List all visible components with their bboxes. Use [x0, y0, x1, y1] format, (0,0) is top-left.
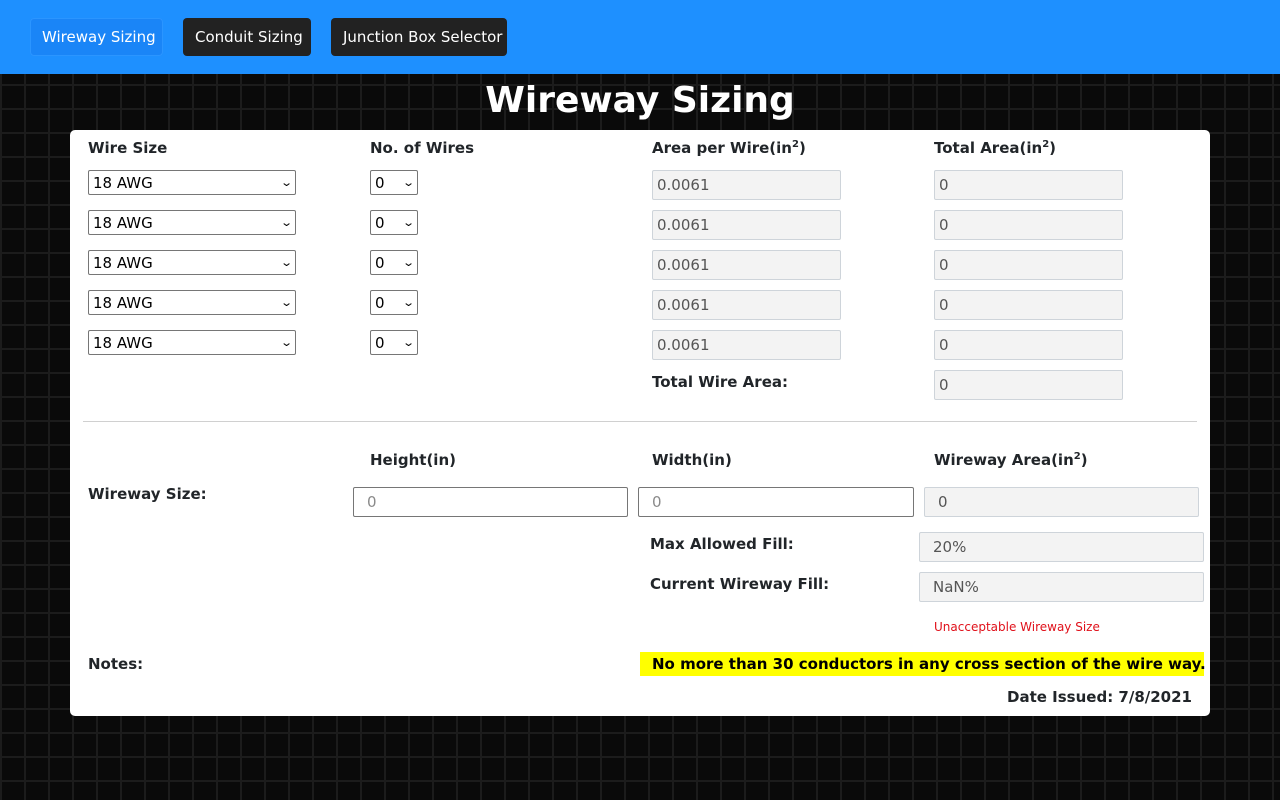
- current-wireway-fill-label: Current Wireway Fill:: [650, 575, 830, 593]
- wire-count-select-5[interactable]: 0 ⌄: [370, 330, 418, 355]
- total-area-header: Total Area(in2): [934, 139, 1057, 157]
- nav-conduit-sizing-button[interactable]: Conduit Sizing: [183, 18, 311, 56]
- area-per-wire-field-3: 0.0061: [652, 250, 841, 280]
- total-area-field-1: 0: [934, 170, 1123, 200]
- area-per-wire-field-5: 0.0061: [652, 330, 841, 360]
- max-allowed-fill-field: 20%: [919, 532, 1204, 562]
- wireway-width-input[interactable]: [638, 487, 914, 517]
- wireway-area-field: 0: [924, 487, 1199, 517]
- wireway-calculator-card: Wire Size No. of Wires Area per Wire(in2…: [70, 130, 1210, 716]
- chevron-down-icon: ⌄: [401, 296, 415, 309]
- chevron-down-icon: ⌄: [401, 256, 415, 269]
- wire-count-select-4[interactable]: 0 ⌄: [370, 290, 418, 315]
- total-area-field-3: 0: [934, 250, 1123, 280]
- max-allowed-fill-label: Max Allowed Fill:: [650, 535, 794, 553]
- total-area-field-2: 0: [934, 210, 1123, 240]
- chevron-down-icon: ⌄: [279, 176, 293, 189]
- total-area-field-5: 0: [934, 330, 1123, 360]
- top-navbar: Wireway Sizing Conduit Sizing Junction B…: [0, 0, 1280, 74]
- wire-size-select-2[interactable]: 18 AWG ⌄: [88, 210, 296, 235]
- section-divider: [83, 421, 1197, 422]
- wireway-height-input[interactable]: [353, 487, 628, 517]
- num-wires-header: No. of Wires: [370, 139, 475, 157]
- area-per-wire-header: Area per Wire(in2): [652, 139, 806, 157]
- chevron-down-icon: ⌄: [401, 336, 415, 349]
- area-per-wire-field-2: 0.0061: [652, 210, 841, 240]
- chevron-down-icon: ⌄: [401, 216, 415, 229]
- total-wire-area-field: 0: [934, 370, 1123, 400]
- chevron-down-icon: ⌄: [279, 216, 293, 229]
- chevron-down-icon: ⌄: [279, 336, 293, 349]
- wire-size-header: Wire Size: [88, 139, 168, 157]
- wire-size-select-3[interactable]: 18 AWG ⌄: [88, 250, 296, 275]
- total-area-field-4: 0: [934, 290, 1123, 320]
- wire-size-select-5[interactable]: 18 AWG ⌄: [88, 330, 296, 355]
- nav-junction-box-selector-button[interactable]: Junction Box Selector: [331, 18, 507, 56]
- wire-count-select-2[interactable]: 0 ⌄: [370, 210, 418, 235]
- page-title: Wireway Sizing: [485, 80, 795, 121]
- current-wireway-fill-field: NaN%: [919, 572, 1204, 602]
- unacceptable-size-warning: Unacceptable Wireway Size: [934, 620, 1100, 634]
- chevron-down-icon: ⌄: [279, 256, 293, 269]
- wire-size-select-4[interactable]: 18 AWG ⌄: [88, 290, 296, 315]
- width-header: Width(in): [652, 451, 732, 469]
- wire-count-select-1[interactable]: 0 ⌄: [370, 170, 418, 195]
- notes-highlight-text: No more than 30 conductors in any cross …: [640, 652, 1206, 676]
- date-issued: Date Issued: 7/8/2021: [1007, 688, 1192, 706]
- wireway-area-header: Wireway Area(in2): [934, 451, 1088, 469]
- height-header: Height(in): [370, 451, 456, 469]
- notes-label: Notes:: [88, 655, 144, 673]
- nav-wireway-sizing-button[interactable]: Wireway Sizing: [30, 18, 163, 56]
- total-wire-area-label: Total Wire Area:: [652, 373, 788, 391]
- area-per-wire-field-4: 0.0061: [652, 290, 841, 320]
- chevron-down-icon: ⌄: [279, 296, 293, 309]
- wireway-size-label: Wireway Size:: [88, 485, 207, 503]
- wire-count-select-3[interactable]: 0 ⌄: [370, 250, 418, 275]
- area-per-wire-field-1: 0.0061: [652, 170, 841, 200]
- wire-size-select-1[interactable]: 18 AWG ⌄: [88, 170, 296, 195]
- chevron-down-icon: ⌄: [401, 176, 415, 189]
